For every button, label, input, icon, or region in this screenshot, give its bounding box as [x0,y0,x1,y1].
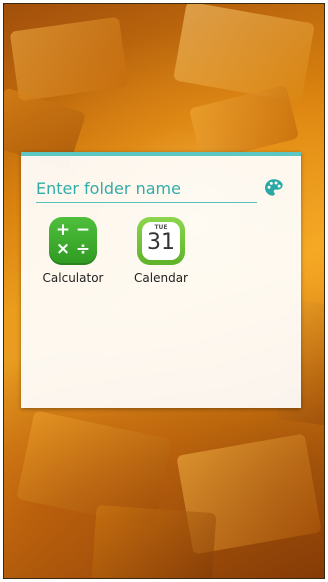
folder-name-row [36,175,257,203]
wallpaper-shape [173,4,315,103]
folder-name-input[interactable] [36,175,257,201]
calendar-icon: TUE 31 [137,217,185,265]
calculator-symbol: × [55,239,71,259]
app-label: Calculator [42,271,104,285]
calculator-symbol: + [55,220,71,240]
palette-icon [265,179,283,196]
wallpaper-shape [91,504,217,578]
calculator-symbol: ÷ [75,239,91,259]
calculator-symbol: − [75,220,91,240]
calculator-icon: + − × ÷ [49,217,97,265]
calendar-date: 31 [147,230,175,255]
app-calendar[interactable]: TUE 31 Calendar [121,217,201,295]
wallpaper-shape [188,84,300,163]
app-calculator[interactable]: + − × ÷ Calculator [33,217,113,295]
folder-color-button[interactable] [260,174,288,202]
wallpaper-shape [9,16,129,102]
app-label: Calendar [134,271,188,285]
folder-popup: + − × ÷ Calculator TUE 31 Calendar [21,152,301,408]
